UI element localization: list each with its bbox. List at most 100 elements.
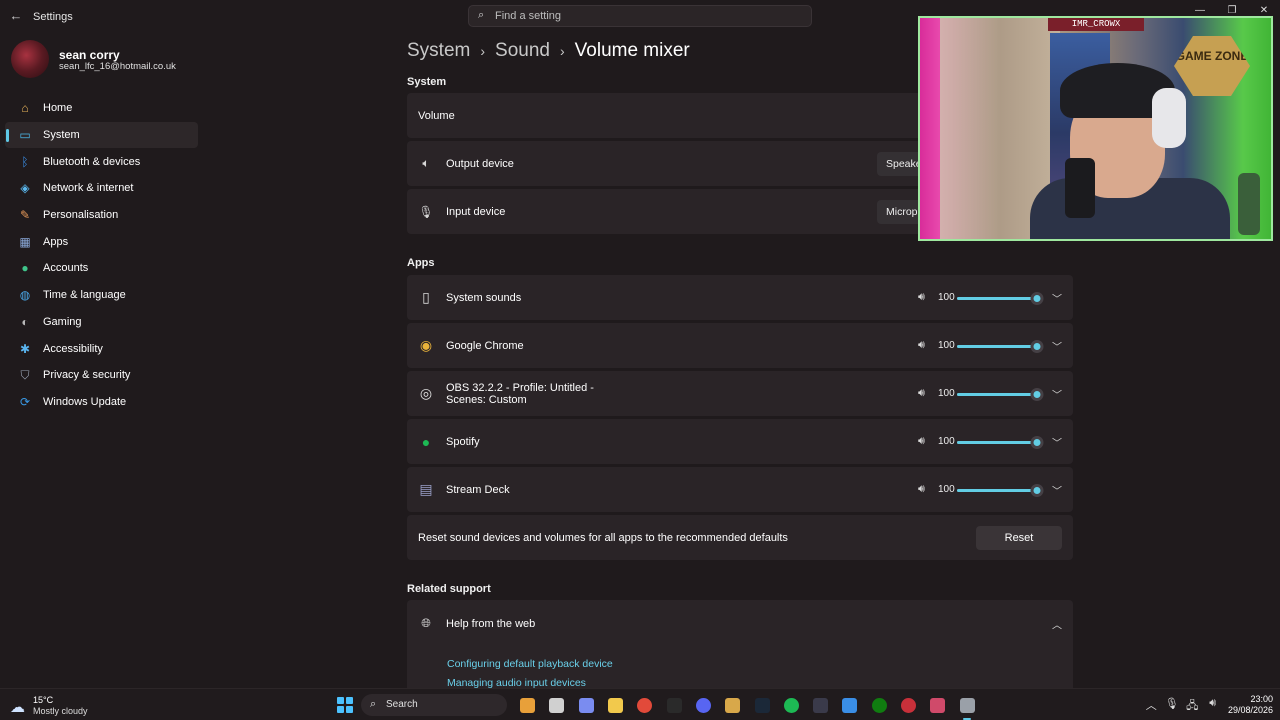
task-view-icon[interactable] [542,695,571,715]
volume-slider-fill [957,296,1037,300]
webcam-tag: IMR_CROWX [1048,18,1144,31]
volume-slider-thumb[interactable] [1030,339,1044,353]
discord-icon[interactable] [689,695,718,715]
microphone-icon[interactable]: 🎙︎ [1162,697,1183,716]
app-e-icon[interactable] [923,695,952,715]
volume-slider-thumb[interactable] [1030,483,1044,497]
breadcrumb-separator-icon: › [480,43,486,59]
help-from-web-label: Help from the web [446,617,536,630]
sidebar-item-label: Gaming [43,315,82,328]
app-a-icon[interactable] [659,695,688,715]
microphone-icon: 🎙︎ [418,204,434,219]
volume-control: 🔊︎ 100 [918,432,1068,452]
sidebar-item-windows-update[interactable]: ⟳ Windows Update [5,389,198,416]
reset-button[interactable]: Reset [976,526,1062,550]
search-input[interactable] [495,8,795,24]
speaker-icon[interactable]: 🔊︎ [918,483,925,496]
volume-slider[interactable] [957,291,1044,305]
speaker-icon[interactable]: 🔊︎ [918,387,925,400]
clock[interactable]: 23:00 29/08/2026 [1221,694,1273,716]
chrome-icon[interactable] [630,695,659,715]
volume-slider-thumb[interactable] [1030,387,1044,401]
globe-icon: 🌐︎ [421,616,431,630]
sidebar-item-label: Home [43,102,73,115]
taskbar-apps [513,695,982,720]
file-explorer-icon[interactable] [601,695,630,715]
chevron-down-icon[interactable]: ﹀ [1052,338,1062,353]
sidebar-item-privacy-security[interactable]: ⛉ Privacy & security [5,362,198,389]
sidebar-item-accounts[interactable]: ● Accounts [5,255,198,282]
sidebar-item-label: Bluetooth & devices [43,155,141,168]
widgets-icon[interactable] [513,695,542,715]
breadcrumb-sound[interactable]: Sound [495,40,550,62]
chevron-up-icon[interactable]: ︿ [1052,616,1062,631]
back-arrow-icon[interactable]: ← [8,8,24,24]
search-icon: ⌕ [370,698,377,710]
update-icon: ⟳ [19,394,31,409]
volume-value: 100 [938,483,955,495]
sidebar-item-label: Accounts [43,262,89,275]
sidebar-item-time-language[interactable]: ◍ Time & language [5,282,198,309]
volume-slider[interactable] [957,483,1044,497]
start-button[interactable] [337,697,353,713]
help-link-playback[interactable]: Configuring default playback device [447,658,613,670]
bluetooth-icon: ᛒ [21,154,29,169]
speaker-icon[interactable]: 🔊︎ [918,339,925,352]
breadcrumb-system[interactable]: System [407,40,470,62]
section-title-system: System [407,76,447,88]
app-c-icon[interactable] [835,695,864,715]
app-name: System sounds [446,291,522,304]
sidebar-item-apps[interactable]: ▦ Apps [5,228,198,255]
sidebar-item-label: Apps [43,235,69,248]
sidebar-item-label: Time & language [43,289,126,302]
speaker-icon[interactable]: 🔊︎ [918,435,925,448]
avatar [11,40,49,78]
globe-icon: ◍ [19,288,31,303]
profile-email: sean_lfc_16@hotmail.co.uk [59,61,176,72]
reset-card: Reset sound devices and volumes for all … [407,515,1073,560]
xbox-icon[interactable] [865,695,894,715]
stream-deck-icon[interactable] [806,695,835,715]
section-title-apps: Apps [407,257,435,269]
sidebar-item-network-internet[interactable]: ◈ Network & internet [5,175,198,202]
volume-slider[interactable] [957,339,1044,353]
sidebar-nav: ⌂ Home ▭ System ᛒ Bluetooth & devices ◈ Network… [5,95,198,415]
app-b-icon[interactable] [718,695,747,715]
volume-slider-thumb[interactable] [1030,291,1044,305]
speaker-icon: 🔈︎ [422,156,430,170]
chevron-down-icon[interactable]: ﹀ [1052,482,1062,497]
stream-deck-icon: ▤ [419,481,433,497]
spotify-icon[interactable] [777,695,806,715]
help-from-web-card[interactable]: 🌐︎ Help from the web ︿ [407,600,1073,647]
user-profile[interactable]: sean corry sean_lfc_16@hotmail.co.uk [11,40,211,80]
chevron-up-icon[interactable]: ︿ [1141,697,1162,716]
steam-icon[interactable] [747,695,776,715]
sidebar-item-accessibility[interactable]: ✱ Accessibility [5,335,198,362]
volume-slider[interactable] [957,435,1044,449]
network-icon[interactable]: 🖧︎ [1182,697,1203,716]
app-d-icon[interactable] [894,695,923,715]
search-box[interactable]: ⌕ [468,5,812,27]
sidebar-item-system[interactable]: ▭ System [5,121,198,149]
volume-slider-thumb[interactable] [1030,435,1044,449]
sidebar-item-gaming[interactable]: ◐ Gaming [5,309,198,336]
sidebar-item-label: Accessibility [43,342,103,355]
settings-icon[interactable] [952,695,981,720]
volume-slider[interactable] [957,387,1044,401]
app-row: ◎ OBS 32.2.2 - Profile: Untitled - Scenes… [407,371,1073,416]
chevron-down-icon[interactable]: ﹀ [1052,434,1062,449]
taskbar-search[interactable]: ⌕ Search [361,694,507,716]
sidebar-item-home[interactable]: ⌂ Home [5,95,198,122]
speaker-icon[interactable]: 🔊︎ [918,291,925,304]
chevron-down-icon[interactable]: ﹀ [1052,386,1062,401]
sidebar-item-personalisation[interactable]: ✎ Personalisation [5,202,198,229]
spotify-icon: ● [421,433,431,450]
sidebar-item-bluetooth-devices[interactable]: ᛒ Bluetooth & devices [5,148,198,175]
volume-value: 100 [938,387,955,399]
volume-icon[interactable]: 🔊︎ [1203,697,1224,716]
obs-icon: ◎ [419,385,433,401]
sidebar-item-label: Network & internet [43,182,134,195]
chevron-down-icon[interactable]: ﹀ [1052,290,1062,305]
copilot-icon[interactable] [572,695,601,715]
brush-icon: ✎ [19,208,31,223]
